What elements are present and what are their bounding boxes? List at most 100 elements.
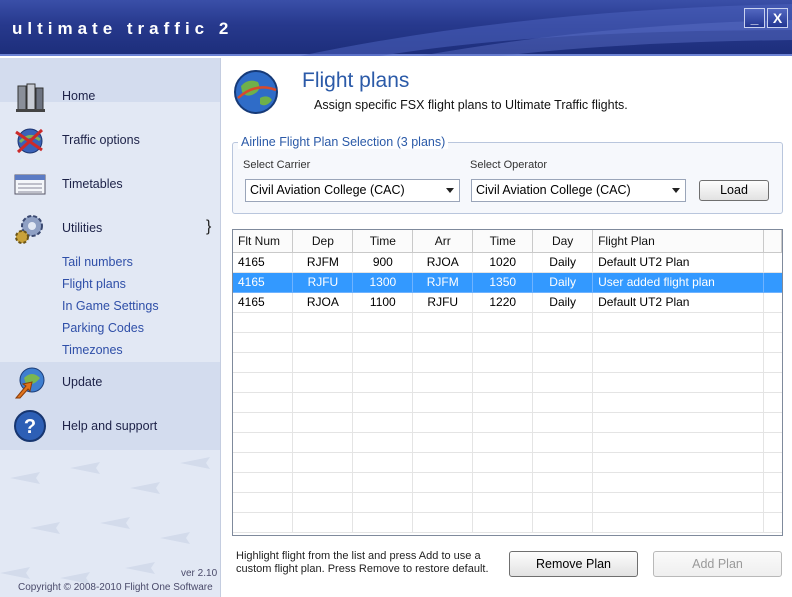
globe-plane-icon <box>15 128 44 154</box>
table-cell: 900 <box>352 252 414 273</box>
table-cell <box>412 512 474 533</box>
table-cell <box>412 492 474 513</box>
operator-select[interactable]: Civil Aviation College (CAC) <box>471 179 686 202</box>
airline-selection-legend: Airline Flight Plan Selection (3 plans) <box>238 135 449 149</box>
table-cell: Default UT2 Plan <box>592 292 764 313</box>
carrier-label: Select Carrier <box>243 159 311 171</box>
add-plan-button[interactable]: Add Plan <box>653 551 782 577</box>
table-cell <box>412 412 474 433</box>
table-cell-filler <box>763 372 782 393</box>
sidebar-subitem-in-game-settings[interactable]: In Game Settings <box>62 299 159 313</box>
column-header[interactable]: Day <box>532 230 594 253</box>
table-cell <box>472 352 534 373</box>
column-header[interactable]: Dep <box>292 230 354 253</box>
table-cell <box>412 332 474 353</box>
table-cell <box>592 452 764 473</box>
empty-row <box>233 392 782 413</box>
table-cell: 1300 <box>352 272 414 293</box>
column-header[interactable]: Flight Plan <box>592 230 764 253</box>
table-cell: 4165 <box>233 252 294 273</box>
table-cell <box>292 392 354 413</box>
sidebar-item-home[interactable]: Home <box>0 76 220 116</box>
flight-grid[interactable]: Flt Num Dep Time Arr Time Day Flight Plan 4165… <box>232 229 783 536</box>
sidebar-item-label: Help and support <box>62 419 158 433</box>
empty-row <box>233 412 782 433</box>
table-cell <box>532 412 594 433</box>
table-cell: User added flight plan <box>592 272 764 293</box>
sidebar-subitem-parking-codes[interactable]: Parking Codes <box>62 321 144 335</box>
table-cell <box>292 372 354 393</box>
column-header[interactable]: Time <box>352 230 414 253</box>
table-cell <box>352 352 414 373</box>
table-cell <box>532 492 594 513</box>
table-cell <box>412 472 474 493</box>
table-cell <box>292 512 354 533</box>
instruction-text: Highlight flight from the list and press… <box>236 550 489 575</box>
table-cell <box>352 492 414 513</box>
table-cell: RJFU <box>412 292 474 313</box>
table-cell <box>472 432 534 453</box>
load-button[interactable]: Load <box>699 180 769 201</box>
table-row[interactable]: 4165 RJFU 1300 RJFM 1350 Daily User added flig… <box>233 272 782 293</box>
column-header[interactable]: Arr <box>412 230 474 253</box>
sidebar-subitem-tail-numbers[interactable]: Tail numbers <box>62 255 133 269</box>
table-row[interactable]: 4165 RJOA 1100 RJFU 1220 Daily Default UT2 Pla… <box>233 292 782 313</box>
table-cell-filler <box>763 252 782 273</box>
sidebar-item-traffic-options[interactable]: Traffic options <box>0 120 220 160</box>
sidebar-subitem-timezones[interactable]: Timezones <box>62 343 123 357</box>
globe-route-icon <box>234 70 278 114</box>
operator-select-value: Civil Aviation College (CAC) <box>476 183 631 197</box>
table-cell <box>352 432 414 453</box>
table-cell: Daily <box>532 272 594 293</box>
table-cell <box>233 512 294 533</box>
table-cell <box>592 392 764 413</box>
table-cell <box>233 372 294 393</box>
table-cell <box>472 472 534 493</box>
carrier-select[interactable]: Civil Aviation College (CAC) <box>245 179 460 202</box>
sidebar-item-label: Update <box>62 375 103 389</box>
column-header[interactable]: Flt Num <box>233 230 294 253</box>
update-globe-icon <box>14 367 45 399</box>
utilities-bracket: } <box>206 218 212 235</box>
gears-icon <box>15 215 43 244</box>
sidebar-item-label: Traffic options <box>62 133 140 147</box>
table-cell <box>352 472 414 493</box>
table-cell <box>233 492 294 513</box>
table-cell <box>292 432 354 453</box>
airline-selection-group <box>232 142 783 214</box>
table-cell-filler <box>763 332 782 353</box>
app-title: ultimate traffic 2 <box>12 19 234 38</box>
table-row[interactable]: 4165 RJFM 900 RJOA 1020 Daily Default UT2 Plan <box>233 252 782 273</box>
sidebar-item-update[interactable]: Update <box>0 362 220 402</box>
sidebar-subitem-flight-plans[interactable]: Flight plans <box>62 277 126 291</box>
close-button[interactable]: X <box>767 8 788 28</box>
table-cell: Daily <box>532 292 594 313</box>
column-header[interactable]: Time <box>472 230 534 253</box>
table-cell-filler <box>763 472 782 493</box>
sidebar-item-utilities[interactable]: Utilities <box>0 208 220 248</box>
table-cell <box>292 452 354 473</box>
chevron-down-icon <box>672 188 680 193</box>
table-cell <box>233 472 294 493</box>
minimize-button[interactable]: _ <box>744 8 765 28</box>
table-cell <box>233 332 294 353</box>
table-cell <box>412 452 474 473</box>
table-cell: RJOA <box>292 292 354 313</box>
table-cell <box>592 352 764 373</box>
table-cell <box>532 472 594 493</box>
table-cell-filler <box>763 272 782 293</box>
table-cell <box>412 392 474 413</box>
table-cell: 1100 <box>352 292 414 313</box>
operator-label: Select Operator <box>470 159 548 171</box>
table-cell <box>292 332 354 353</box>
table-cell <box>532 372 594 393</box>
table-cell-filler <box>763 312 782 333</box>
empty-row <box>233 372 782 393</box>
table-cell <box>292 352 354 373</box>
column-header-filler <box>763 230 782 253</box>
table-cell <box>472 452 534 473</box>
sidebar-item-help[interactable]: ? Help and support <box>0 406 220 446</box>
sidebar-item-timetables[interactable]: Timetables <box>0 164 220 204</box>
table-cell <box>292 492 354 513</box>
remove-plan-button[interactable]: Remove Plan <box>509 551 638 577</box>
